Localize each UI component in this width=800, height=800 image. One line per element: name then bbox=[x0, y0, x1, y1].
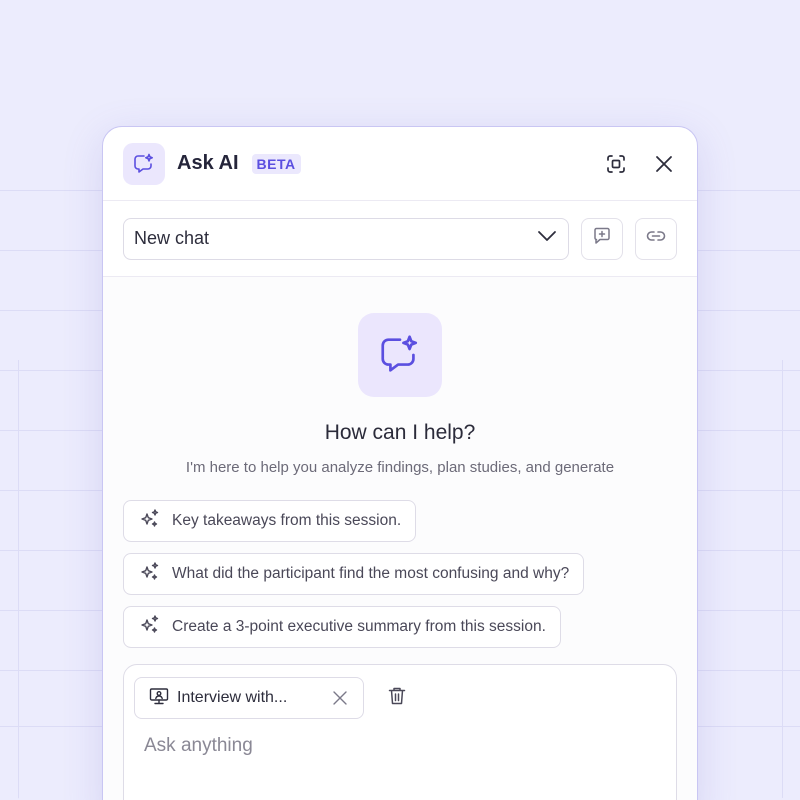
welcome-heading: How can I help? bbox=[324, 421, 476, 444]
link-icon bbox=[645, 225, 667, 252]
suggestion-label: Create a 3-point executive summary from … bbox=[172, 618, 546, 635]
suggestion-list: Key takeaways from this session. What di… bbox=[123, 500, 677, 648]
remove-attachment-icon[interactable] bbox=[331, 689, 349, 707]
suggestion-chip[interactable]: What did the participant find the most c… bbox=[123, 553, 585, 595]
attachment-label: Interview with... bbox=[177, 689, 288, 706]
screen-person-icon bbox=[149, 686, 169, 711]
attachment-chip[interactable]: Interview with... bbox=[134, 677, 364, 719]
suggestion-chip[interactable]: Key takeaways from this session. bbox=[123, 500, 417, 542]
ask-anything-input[interactable] bbox=[144, 735, 644, 757]
new-chat-button[interactable] bbox=[581, 217, 624, 260]
message-composer: Interview with... bbox=[123, 664, 677, 800]
welcome-subtext: I'm here to help you analyze findings, p… bbox=[185, 459, 615, 476]
sparkles-icon bbox=[138, 507, 162, 536]
sparkles-icon bbox=[138, 613, 162, 642]
copy-link-button[interactable] bbox=[635, 217, 677, 260]
chat-toolbar: New chat bbox=[103, 201, 697, 277]
focus-frame-icon[interactable] bbox=[603, 151, 629, 177]
chat-select-value: New chat bbox=[134, 228, 210, 248]
chat-sparkle-icon bbox=[123, 142, 165, 185]
chevron-down-icon bbox=[536, 225, 558, 252]
close-icon[interactable] bbox=[651, 151, 677, 177]
message-plus-icon bbox=[592, 226, 612, 251]
beta-badge: BETA bbox=[251, 153, 301, 174]
suggestion-label: What did the participant find the most c… bbox=[172, 565, 570, 582]
chat-body: How can I help? I'm here to help you ana… bbox=[103, 277, 697, 800]
trash-icon[interactable] bbox=[386, 685, 408, 712]
suggestion-label: Key takeaways from this session. bbox=[172, 512, 402, 529]
chat-select[interactable]: New chat bbox=[123, 217, 570, 260]
ask-ai-panel: Ask AI BETA New chat How can I help? I'm… bbox=[102, 126, 698, 800]
sparkles-icon bbox=[138, 560, 162, 589]
panel-title: Ask AI bbox=[177, 152, 239, 174]
suggestion-chip[interactable]: Create a 3-point executive summary from … bbox=[123, 606, 561, 648]
panel-header: Ask AI BETA bbox=[103, 127, 697, 201]
chat-sparkle-icon bbox=[358, 313, 442, 397]
